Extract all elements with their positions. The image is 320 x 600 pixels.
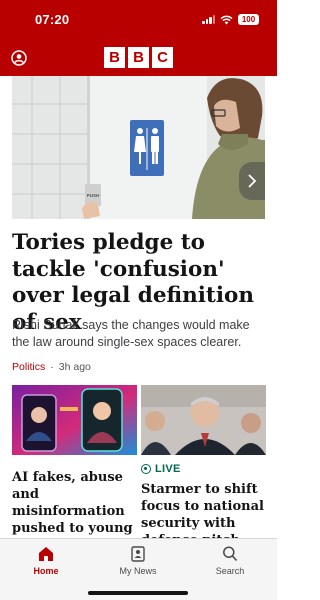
- tab-search[interactable]: Search: [195, 545, 265, 576]
- search-icon: [223, 546, 238, 562]
- story-card-image[interactable]: [12, 385, 137, 455]
- app-header: 07:20 100 B B C: [0, 0, 277, 76]
- account-icon[interactable]: [11, 50, 27, 66]
- tab-label: Home: [33, 566, 59, 576]
- carousel-next-button[interactable]: [239, 162, 265, 200]
- lead-story-image[interactable]: PUSH: [12, 76, 265, 219]
- home-indicator: [88, 591, 188, 595]
- tab-my-news[interactable]: My News: [103, 545, 173, 576]
- tab-label: My News: [119, 566, 157, 576]
- status-time: 07:20: [35, 12, 70, 27]
- logo-letter: B: [128, 47, 149, 68]
- lead-story-meta: Politics · 3h ago: [12, 361, 91, 373]
- live-badge: LIVE: [141, 463, 181, 475]
- story-card-headline[interactable]: AI fakes, abuse and misinformation pushe…: [12, 469, 136, 537]
- logo-letter: C: [152, 47, 173, 68]
- status-indicators: 100: [202, 14, 259, 25]
- chevron-right-icon: [248, 174, 257, 188]
- lead-story-summary: Rishi Sunak says the changes would make …: [12, 318, 250, 349]
- battery-indicator: 100: [238, 14, 259, 25]
- meta-separator: ·: [50, 361, 54, 373]
- category-link[interactable]: Politics: [12, 361, 45, 373]
- timestamp: 3h ago: [58, 361, 91, 373]
- bbc-logo: B B C: [104, 47, 173, 68]
- story-card-image[interactable]: [141, 385, 266, 455]
- my-news-icon: [131, 546, 145, 562]
- logo-letter: B: [104, 47, 125, 68]
- push-sign-text: PUSH: [87, 193, 100, 198]
- live-label: LIVE: [155, 463, 181, 475]
- wifi-icon: [220, 15, 233, 24]
- live-icon: [141, 464, 151, 474]
- tab-home[interactable]: Home: [11, 545, 81, 576]
- home-icon: [39, 547, 53, 561]
- cellular-signal-icon: [202, 15, 215, 24]
- status-bar: 07:20 100: [0, 0, 277, 40]
- tab-label: Search: [215, 566, 245, 576]
